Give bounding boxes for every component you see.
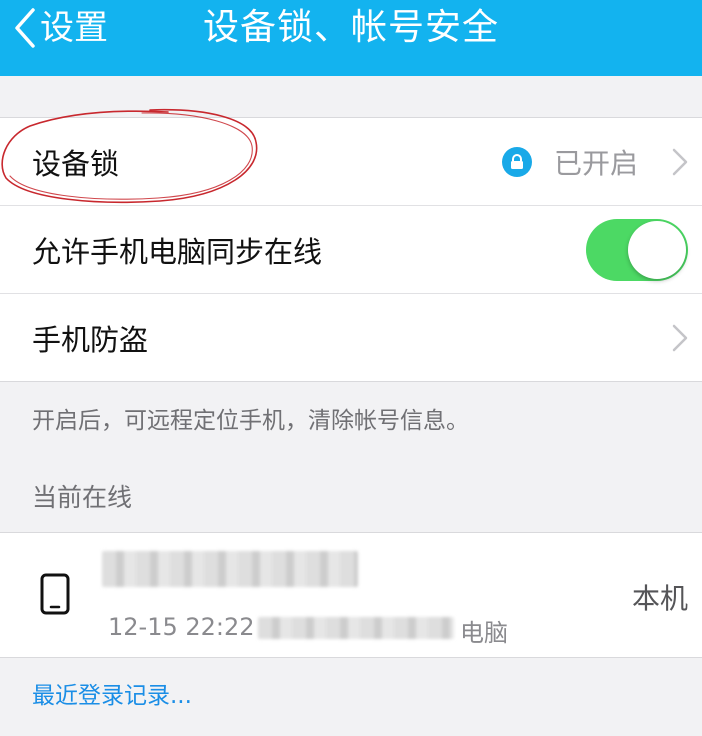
- online-section-title: 当前在线: [32, 483, 133, 512]
- this-device-label: 本机: [631, 582, 688, 615]
- device-login-time: 12-15 22:22: [108, 613, 255, 641]
- device-lock-cell[interactable]: 设备锁 已开启: [0, 118, 702, 205]
- device-location-redacted: [258, 617, 454, 639]
- sync-online-toggle[interactable]: [586, 218, 688, 281]
- recent-login-link[interactable]: 最近登录记录...: [32, 676, 192, 710]
- device-lock-value: 已开启: [553, 146, 638, 180]
- screen: 设置 设备锁、帐号安全 设备锁 已开启 允许手机电脑同步在线 手机防盗 开启后，…: [0, 0, 702, 736]
- device-lock-status: 已开启: [501, 142, 638, 182]
- sync-online-label: 允许手机电脑同步在线: [32, 234, 323, 269]
- sync-online-cell: 允许手机电脑同步在线: [0, 205, 702, 293]
- online-device-row[interactable]: 12-15 22:22 电脑 本机: [0, 532, 702, 658]
- phone-icon: [40, 573, 70, 615]
- security-settings-group: 设备锁 已开启 允许手机电脑同步在线 手机防盗: [0, 117, 702, 382]
- navigation-bar: 设置 设备锁、帐号安全: [0, 0, 702, 76]
- anti-theft-note: 开启后，可远程定位手机，清除帐号信息。: [32, 408, 469, 434]
- chevron-right-icon: [672, 148, 688, 175]
- device-name-redacted: [102, 551, 358, 587]
- device-lock-label: 设备锁: [32, 146, 120, 181]
- chevron-right-icon: [672, 324, 688, 351]
- page-title: 设备锁、帐号安全: [202, 7, 499, 48]
- anti-theft-cell[interactable]: 手机防盗: [0, 293, 702, 381]
- lock-icon: [501, 146, 532, 177]
- anti-theft-label: 手机防盗: [32, 322, 149, 357]
- toggle-knob: [628, 220, 686, 279]
- device-type: 电脑: [460, 619, 508, 647]
